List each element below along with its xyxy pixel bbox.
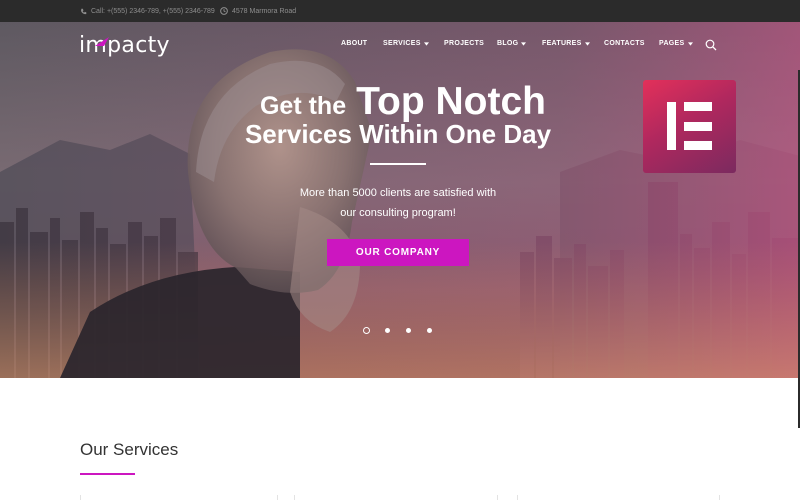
service-card-edge [80, 495, 81, 500]
nav-projects-label: PROJECTS [444, 40, 485, 47]
address-info: 4578 Marmora Road [220, 0, 296, 22]
address-text: 4578 Marmora Road [232, 7, 297, 15]
nav-blog[interactable]: BLOG [497, 40, 527, 47]
hero-slider [0, 22, 800, 378]
nav-features[interactable]: FEATURES [542, 40, 590, 47]
elementor-bar-middle [684, 121, 712, 131]
services-heading: Our Services [80, 440, 179, 459]
our-company-button[interactable]: OUR COMPANY [327, 239, 469, 266]
nav-features-label: FEATURES [542, 40, 582, 47]
nav-about-label: ABOUT [341, 40, 368, 47]
nav-services[interactable]: SERVICES [383, 40, 429, 47]
service-card-edge [294, 495, 295, 500]
hero-background-image [0, 22, 800, 378]
nav-services-label: SERVICES [383, 40, 421, 47]
phone-icon [81, 8, 87, 14]
elementor-bar-bottom [684, 141, 712, 150]
hero-headline-line2: Services Within One Day [244, 119, 552, 149]
elementor-logo-icon [643, 80, 736, 173]
site-logo[interactable]: impacty [79, 33, 170, 58]
elementor-bar-vertical [667, 102, 676, 150]
clock-icon [220, 7, 228, 15]
logo-accent-icon [95, 37, 109, 46]
nav-blog-label: BLOG [497, 40, 519, 47]
nav-pages-label: PAGES [659, 40, 685, 47]
chevron-down-icon [584, 41, 590, 46]
services-heading-underline [80, 473, 135, 475]
elementor-bar-top [684, 102, 712, 111]
hero-headline-big: Top Notch [356, 80, 547, 123]
phone-text: Call: +(555) 2346-789, +(555) 2346-789 [91, 7, 215, 15]
nav-projects[interactable]: PROJECTS [444, 40, 484, 47]
service-card-edge [517, 495, 518, 500]
slider-dot-4[interactable] [427, 328, 432, 333]
nav-contacts[interactable]: CONTACTS [604, 40, 645, 47]
chevron-down-icon [687, 41, 693, 46]
search-icon[interactable] [705, 39, 717, 51]
service-card-edge [277, 495, 278, 500]
chevron-down-icon [521, 41, 527, 46]
slider-dot-2[interactable] [385, 328, 390, 333]
service-card-edge [719, 495, 720, 500]
service-card-edge [497, 495, 498, 500]
slider-dot-1[interactable] [363, 327, 370, 334]
hero-subtext-line1: More than 5000 clients are satisfied wit… [299, 187, 497, 199]
slider-dot-3[interactable] [406, 328, 411, 333]
hero-subtext-line2: our consulting program! [340, 207, 456, 219]
hero-divider [370, 163, 426, 165]
phone-info: Call: +(555) 2346-789, +(555) 2346-789 [80, 0, 215, 22]
top-info-bar: Call: +(555) 2346-789, +(555) 2346-789 4… [0, 0, 800, 22]
nav-about[interactable]: ABOUT [341, 40, 367, 47]
chevron-down-icon [423, 41, 429, 46]
nav-contacts-label: CONTACTS [604, 40, 645, 47]
nav-pages[interactable]: PAGES [659, 40, 693, 47]
hero-headline-small: Get the [259, 92, 347, 120]
